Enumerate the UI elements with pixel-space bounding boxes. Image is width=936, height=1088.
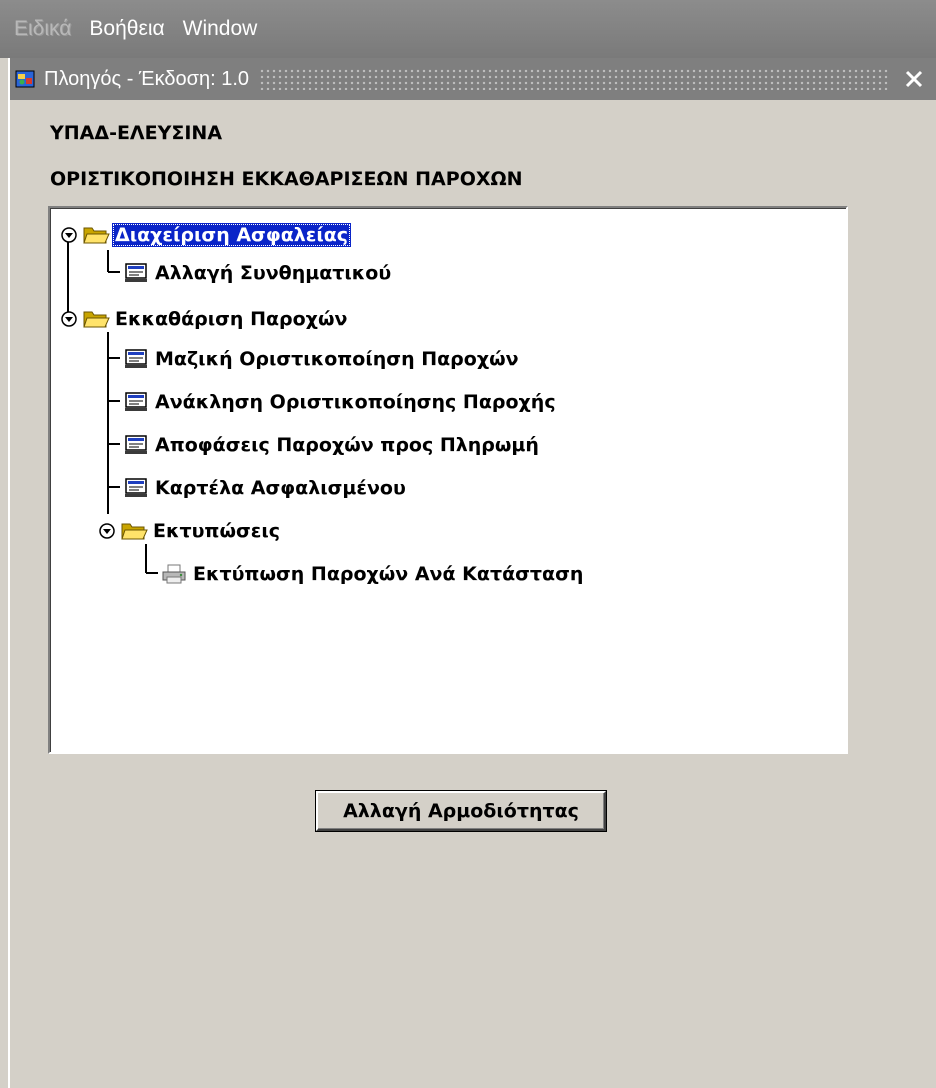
tree-node-label: Καρτέλα Ασφαλισμένου — [155, 477, 406, 499]
form-icon — [122, 261, 150, 285]
org-label: ΥΠΑΔ-ΕΛΕΥΣΙΝΑ — [50, 122, 223, 144]
tree-node-prints[interactable]: Εκτυπώσεις — [96, 516, 283, 546]
folder-open-icon — [82, 223, 110, 247]
titlebar-grip — [259, 68, 890, 90]
window-titlebar[interactable]: Πλοηγός - Έκδοση: 1.0 — [10, 58, 936, 100]
module-label: ΟΡΙΣΤΙΚΟΠΟΙΗΣΗ ΕΚΚΑΘΑΡΙΣΕΩΝ ΠΑΡΟΧΩΝ — [50, 168, 523, 190]
tree-node-print-benefits[interactable]: Εκτύπωση Παροχών Ανά Κατάσταση — [160, 559, 586, 589]
collapse-icon[interactable] — [58, 223, 80, 247]
menu-bar: Ειδικά Βοήθεια Window — [0, 0, 936, 58]
printer-icon — [160, 562, 188, 586]
menu-special[interactable]: Ειδικά — [12, 13, 73, 45]
tree-node-bulk-finalize[interactable]: Μαζική Οριστικοποίηση Παροχών — [122, 344, 522, 374]
tree-node-label: Αλλαγή Συνθηματικού — [155, 262, 392, 284]
tree-node-label: Ανάκληση Οριστικοποίησης Παροχής — [155, 391, 556, 413]
navigator-tree[interactable]: Διαχείριση Ασφαλείας Αλλαγή Συνθηματικού — [48, 206, 848, 754]
navigator-window: Πλοηγός - Έκδοση: 1.0 ΥΠΑΔ-ΕΛΕΥΣΙΝΑ ΟΡΙΣ… — [8, 58, 936, 1088]
folder-open-icon — [120, 519, 148, 543]
tree-node-label: Εκτυπώσεις — [153, 520, 281, 542]
form-icon — [122, 390, 150, 414]
tree-node-label: Διαχείριση Ασφαλείας — [112, 223, 352, 247]
app-icon — [14, 67, 38, 91]
change-authority-button[interactable]: Αλλαγή Αρμοδιότητας — [316, 791, 606, 831]
window-title: Πλοηγός - Έκδοση: 1.0 — [44, 67, 249, 90]
screen: Ειδικά Βοήθεια Window Πλοηγός - Έκδοση: … — [0, 0, 936, 1088]
collapse-icon[interactable] — [58, 307, 80, 331]
form-icon — [122, 347, 150, 371]
tree-node-revoke-finalization[interactable]: Ανάκληση Οριστικοποίησης Παροχής — [122, 387, 559, 417]
tree-node-benefits-clearance[interactable]: Εκκαθάριση Παροχών — [58, 304, 350, 334]
tree-node-label: Εκτύπωση Παροχών Ανά Κατάσταση — [193, 563, 584, 585]
folder-open-icon — [82, 307, 110, 331]
tree-node-payment-decisions[interactable]: Αποφάσεις Παροχών προς Πληρωμή — [122, 430, 542, 460]
tree-node-insured-card[interactable]: Καρτέλα Ασφαλισμένου — [122, 473, 409, 503]
menu-window[interactable]: Window — [181, 13, 260, 45]
menu-help[interactable]: Βοήθεια — [87, 13, 166, 45]
tree-node-label: Μαζική Οριστικοποίηση Παροχών — [155, 348, 519, 370]
close-icon[interactable] — [900, 65, 928, 93]
form-icon — [122, 476, 150, 500]
tree-node-label: Αποφάσεις Παροχών προς Πληρωμή — [155, 434, 539, 456]
tree-node-label: Εκκαθάριση Παροχών — [115, 308, 348, 330]
collapse-icon[interactable] — [96, 519, 118, 543]
tree-node-security[interactable]: Διαχείριση Ασφαλείας — [58, 220, 352, 250]
form-icon — [122, 433, 150, 457]
tree-node-change-password[interactable]: Αλλαγή Συνθηματικού — [122, 258, 394, 288]
